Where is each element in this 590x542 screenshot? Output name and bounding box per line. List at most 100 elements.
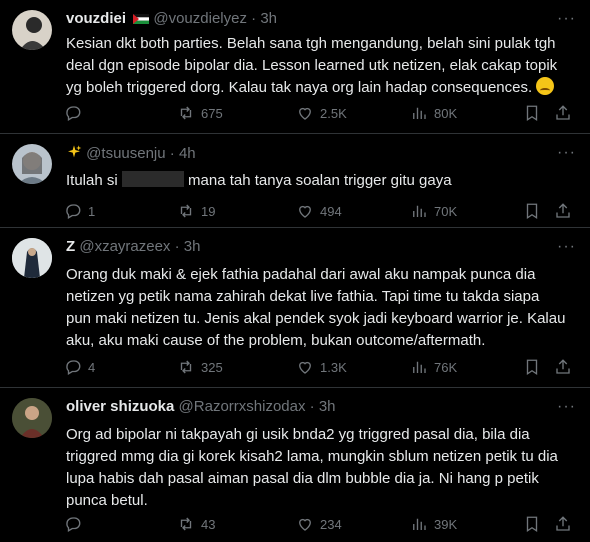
tweet-text-content: Kesian dkt both parties. Belah sana tgh … — [66, 35, 558, 96]
tweet[interactable]: @tsuusenju · 4h ··· Itulah si mana tah t… — [0, 134, 590, 228]
views-icon — [413, 205, 426, 217]
share-button[interactable] — [554, 104, 572, 122]
share-button[interactable] — [554, 358, 572, 376]
separator: · — [309, 398, 315, 415]
tweet-text-content: Org ad bipolar ni takpayah gi usik bnda2… — [66, 426, 558, 509]
more-options-button[interactable]: ··· — [557, 144, 576, 162]
separator: · — [169, 145, 175, 162]
views-count: 70K — [434, 203, 458, 219]
like-button[interactable]: 2.5K — [296, 104, 347, 122]
reply-button[interactable]: 1 — [64, 202, 95, 220]
share-icon — [556, 203, 570, 218]
views-button[interactable]: 70K — [410, 202, 457, 220]
tweet-header: Z @xzayrazeex · 3h — [66, 238, 200, 255]
bookmark-button[interactable] — [523, 202, 541, 220]
tweet-text-after: mana tah tanya soalan trigger gitu gaya — [188, 172, 452, 189]
tweet-text-before: Itulah si — [66, 172, 118, 189]
avatar[interactable] — [12, 10, 52, 50]
views-icon — [413, 518, 426, 530]
tweet[interactable]: Z @xzayrazeex · 3h ··· Orang duk maki & … — [0, 228, 590, 388]
views-count: 39K — [434, 516, 458, 532]
tweet-text: Org ad bipolar ni takpayah gi usik bnda2… — [66, 424, 568, 512]
bookmark-button[interactable] — [523, 104, 541, 122]
display-name[interactable]: Z — [66, 238, 75, 255]
share-button[interactable] — [554, 515, 572, 533]
reply-button[interactable] — [64, 104, 88, 122]
retweet-icon — [180, 106, 192, 120]
like-icon — [299, 361, 311, 374]
display-name[interactable]: oliver shizuoka — [66, 398, 174, 415]
retweet-count: 675 — [201, 105, 223, 121]
views-button[interactable]: 76K — [410, 358, 457, 376]
like-button[interactable]: 1.3K — [296, 358, 347, 376]
tweet-text-content: Orang duk maki & ejek fathia padahal dar… — [66, 266, 566, 349]
separator: · — [174, 238, 180, 255]
timestamp[interactable]: 4h — [179, 145, 196, 162]
like-icon — [299, 107, 311, 120]
retweet-button[interactable]: 19 — [177, 202, 215, 220]
retweet-button[interactable]: 43 — [177, 515, 215, 533]
more-options-button[interactable]: ··· — [557, 398, 576, 416]
views-count: 80K — [434, 105, 458, 121]
bookmark-icon — [526, 105, 538, 122]
tweet-actions: 1 19 494 70K — [64, 202, 576, 222]
like-count: 2.5K — [320, 105, 347, 121]
tweet-actions: 675 2.5K 80K — [64, 104, 576, 124]
retweet-icon — [180, 204, 192, 218]
reply-count: 4 — [88, 359, 96, 375]
reply-icon — [66, 106, 81, 121]
more-options-button[interactable]: ··· — [557, 10, 576, 28]
reply-button[interactable] — [64, 515, 88, 533]
views-icon — [413, 107, 426, 119]
avatar[interactable] — [12, 144, 52, 184]
views-button[interactable]: 80K — [410, 104, 457, 122]
handle[interactable]: @tsuusenju — [86, 145, 165, 162]
tweet[interactable]: vouzdiei @vouzdielyez · 3h ··· Kesian dk… — [0, 0, 590, 134]
retweet-count: 43 — [201, 516, 216, 532]
more-options-button[interactable]: ··· — [557, 238, 576, 256]
like-icon — [299, 518, 311, 531]
handle[interactable]: @Razorrxshizodax — [179, 398, 306, 415]
like-button[interactable]: 234 — [296, 515, 342, 533]
tweet-header: @tsuusenju · 4h — [66, 144, 196, 162]
avatar[interactable] — [12, 398, 52, 438]
tweet-text: Kesian dkt both parties. Belah sana tgh … — [66, 33, 568, 99]
share-button[interactable] — [554, 202, 572, 220]
display-name[interactable]: vouzdiei — [66, 10, 126, 27]
handle[interactable]: @xzayrazeex — [79, 238, 170, 255]
redaction-block — [121, 171, 184, 187]
tweet-header: oliver shizuoka @Razorrxshizodax · 3h — [66, 398, 336, 415]
retweet-button[interactable]: 675 — [177, 104, 223, 122]
like-icon — [299, 205, 311, 218]
bookmark-button[interactable] — [523, 358, 541, 376]
retweet-count: 19 — [201, 203, 216, 219]
views-icon — [413, 361, 426, 373]
like-count: 234 — [320, 516, 342, 532]
tweet-text: Itulah si mana tah tanya soalan trigger … — [66, 170, 568, 192]
tweet-actions: 43 234 39K — [64, 515, 576, 535]
emoji-icon — [536, 77, 555, 95]
retweet-button[interactable]: 325 — [177, 358, 223, 376]
sparkles-icon — [68, 145, 82, 158]
retweet-count: 325 — [201, 359, 223, 375]
like-button[interactable]: 494 — [296, 202, 342, 220]
separator: · — [251, 10, 257, 27]
avatar[interactable] — [12, 238, 52, 278]
like-count: 1.3K — [320, 359, 347, 375]
views-button[interactable]: 39K — [410, 515, 457, 533]
timestamp[interactable]: 3h — [260, 10, 277, 27]
share-icon — [556, 359, 570, 374]
tweet-header: vouzdiei @vouzdielyez · 3h — [66, 10, 277, 27]
retweet-icon — [180, 360, 192, 374]
share-icon — [556, 105, 570, 120]
bookmark-icon — [526, 359, 538, 376]
timestamp[interactable]: 3h — [319, 398, 336, 415]
bookmark-icon — [526, 203, 538, 220]
tweet[interactable]: oliver shizuoka @Razorrxshizodax · 3h ··… — [0, 388, 590, 542]
timestamp[interactable]: 3h — [184, 238, 201, 255]
reply-button[interactable]: 4 — [64, 358, 95, 376]
tweet-feed: vouzdiei @vouzdielyez · 3h ··· Kesian dk… — [0, 0, 590, 542]
bookmark-button[interactable] — [523, 515, 541, 533]
tweet-text: Orang duk maki & ejek fathia padahal dar… — [66, 264, 568, 352]
handle[interactable]: @vouzdielyez — [153, 10, 247, 27]
